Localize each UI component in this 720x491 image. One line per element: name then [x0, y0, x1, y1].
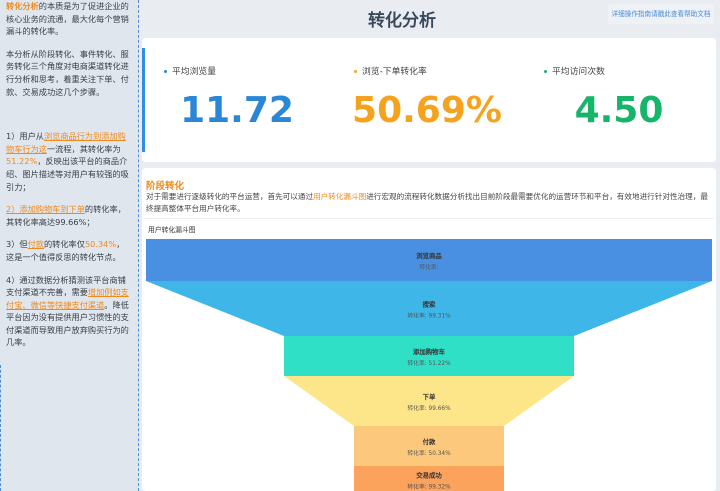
sidebar-intro: 转化分析的本质是为了促进企业的核心业务的流通，最大化每个营销漏斗的转化率。	[6, 0, 132, 38]
sidebar-point-4: 4）通过数据分析猜测该平台商铺支付渠道不完善，需要增加例如支付宝、微信等快捷支付…	[6, 274, 129, 348]
funnel-stage-label: 浏览商品	[416, 251, 442, 260]
funnel-stage-rate: 转化率: 99.66%	[407, 404, 451, 412]
funnel-stage[interactable]	[354, 426, 504, 466]
sidebar-point-2: 2）添加购物车到下单的转化率，其转化率高达99.66%；	[6, 204, 126, 227]
funnel-link[interactable]: 用户转化漏斗图	[313, 192, 366, 201]
section-description: 对于需要进行逐级转化的平台运营，首先可以通过用户转化漏斗图进行宏观的流程转化数据…	[146, 192, 708, 213]
funnel-stage-label: 付款	[423, 437, 436, 446]
funnel-stage-rate: 转化率: 51.22%	[407, 359, 451, 367]
section-title: 阶段转化	[146, 181, 185, 192]
funnel-stage-label: 交易成功	[416, 471, 442, 480]
funnel-stage-rate: 转化率: 50.34%	[407, 449, 451, 457]
kpi-panel: 平均浏览量 11.72 浏览-下单转化率 50.69% 平均访问次数 4.50	[142, 38, 716, 162]
funnel-stage-rate: 转化率: 99.31%	[407, 312, 451, 320]
funnel-stage-label: 搜索	[423, 300, 436, 309]
funnel-chart: 浏览商品转化率: 搜索转化率: 99.31% 添加购物车转化率: 51.22% 下单转…	[146, 239, 712, 491]
sidebar: 转化分析的本质是为了促进企业的核心业务的流通，最大化每个营销漏斗的转化率。 本分…	[0, 0, 139, 491]
point-3-link[interactable]: 付款	[28, 239, 44, 249]
kpi-label: 平均浏览量	[172, 67, 216, 77]
kpi-label: 平均访问次数	[552, 67, 605, 77]
bullet-icon	[354, 70, 357, 73]
funnel-stage-label: 添加购物车	[413, 347, 446, 356]
funnel-stage-label: 下单	[423, 392, 436, 401]
funnel-stage[interactable]	[284, 336, 574, 376]
bullet-icon	[164, 70, 167, 73]
funnel-chart-card: 用户转化漏斗图 浏览商品 转化率: 搜索 转化率: 99.31% 添加购物车 转化率: 5…	[144, 218, 714, 491]
sidebar-point-1: 1）用户从浏览商品行为到添加购物车行为这一流程，其转化率为51.22%，反映出该…	[6, 131, 129, 192]
sidebar-divider	[138, 0, 139, 491]
point-2-link[interactable]: 2）添加购物车到下单	[6, 204, 85, 214]
kpi-browse-order-rate: 浏览-下单转化率 50.69%	[332, 38, 522, 162]
funnel-stage[interactable]	[146, 239, 712, 281]
stage-conversion-section: 阶段转化 对于需要进行逐级转化的平台运营，首先可以通过用户转化漏斗图进行宏观的流…	[142, 168, 716, 491]
sidebar-point-3: 3）但付款的转化率仅50.34%，这是一个值得反思的转化节点。	[6, 239, 125, 262]
funnel-stage-rate: 转化率:	[419, 263, 438, 271]
kpi-value: 4.50	[574, 90, 664, 131]
kpi-avg-visits: 平均访问次数 4.50	[522, 38, 716, 162]
bullet-icon	[544, 70, 547, 73]
sidebar-selection-edge	[0, 365, 6, 491]
page-title: 转化分析	[368, 11, 436, 31]
funnel-stage-rate: 转化率: 99.32%	[407, 483, 451, 491]
help-doc-link[interactable]: 详细操作指南请戳此查看帮助文档	[608, 4, 714, 24]
kpi-label: 浏览-下单转化率	[362, 67, 427, 77]
kpi-value: 11.72	[180, 90, 294, 131]
kpi-avg-views: 平均浏览量 11.72	[142, 38, 332, 162]
page-header: 转化分析 详细操作指南请戳此查看帮助文档	[142, 0, 716, 36]
funnel-stage[interactable]	[146, 281, 712, 336]
kpi-value: 50.69%	[352, 90, 502, 131]
sidebar-intro-b: 本分析从阶段转化、事件转化、服务转化三个角度对电商渠道转化进行分析和思考，着重关…	[6, 48, 129, 97]
intro-highlight: 转化分析	[6, 1, 39, 11]
funnel-stage[interactable]	[284, 376, 574, 426]
